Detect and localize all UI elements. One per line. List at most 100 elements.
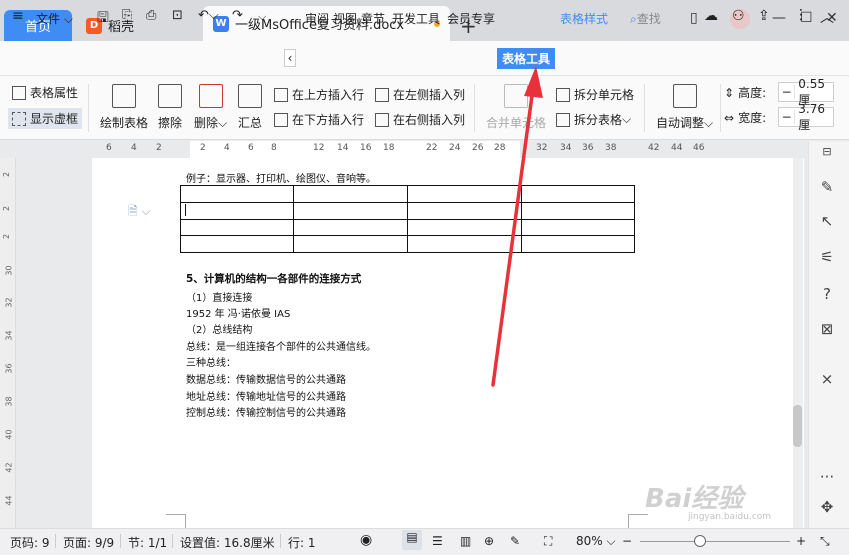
table-cell[interactable]: [293, 218, 408, 237]
ruler-number: 16: [360, 143, 372, 153]
gridlines-icon: [12, 111, 26, 126]
undo-icon[interactable]: ↶⌵: [198, 8, 219, 23]
archive-icon[interactable]: ⊠: [818, 320, 836, 338]
preview-icon[interactable]: ⊡: [172, 8, 183, 23]
outline-view-icon[interactable]: ☰: [432, 534, 443, 548]
menu-view[interactable]: 视图: [333, 10, 357, 27]
table-cell[interactable]: [293, 201, 408, 220]
vertical-scrollbar[interactable]: [793, 158, 803, 528]
focus-mode-icon[interactable]: ⛶: [544, 534, 552, 549]
document-table[interactable]: [180, 185, 635, 253]
share-icon[interactable]: ⇪: [758, 8, 770, 24]
auto-fit-button[interactable]: 自动调整⌵: [656, 84, 713, 131]
ribbon-divider: [720, 84, 721, 132]
table-cell[interactable]: [180, 235, 294, 253]
table-cell[interactable]: [521, 185, 635, 203]
book-view-icon[interactable]: ▥: [460, 534, 471, 548]
table-cell[interactable]: [521, 235, 635, 253]
table-cell[interactable]: [407, 201, 522, 220]
table-cell[interactable]: [521, 201, 635, 220]
table-cell[interactable]: [293, 235, 408, 253]
collaborate-icon[interactable]: ⚇: [732, 8, 745, 24]
scroll-left-icon[interactable]: ‹: [284, 49, 296, 67]
redo-icon[interactable]: ↷: [232, 8, 243, 23]
col-width-decrease[interactable]: −: [779, 110, 796, 124]
annotate-icon[interactable]: ✎: [510, 534, 520, 548]
split-view-icon[interactable]: ✥: [818, 498, 836, 516]
status-pages: 页面: 9/9: [63, 536, 115, 550]
zoom-slider[interactable]: [640, 541, 790, 542]
window-layout-icon[interactable]: ▯: [690, 10, 698, 26]
menu-table-tools[interactable]: 表格工具: [497, 48, 555, 69]
pen-icon[interactable]: ✎: [818, 178, 836, 196]
ruler-number: 34: [560, 143, 572, 153]
vertical-ruler-number: 40: [4, 429, 14, 440]
minimize-icon[interactable]: —: [772, 10, 786, 26]
table-cell[interactable]: [407, 185, 522, 203]
row-height-decrease[interactable]: −: [779, 85, 796, 99]
ribbon-divider: [88, 84, 89, 132]
delete-button[interactable]: 删除⌵: [194, 84, 227, 131]
insert-row-below-button[interactable]: 在下方插入行: [274, 111, 364, 128]
cursor-icon[interactable]: ↖: [818, 212, 836, 230]
menu-member[interactable]: 会员专享: [447, 10, 495, 27]
col-width-input[interactable]: −3.76厘: [778, 102, 834, 132]
collapse-ribbon-icon[interactable]: ︿: [820, 7, 834, 27]
reading-mode-icon[interactable]: ◉: [360, 532, 372, 548]
collapse-sidebar-icon[interactable]: ⊟: [818, 143, 836, 161]
row-height-input[interactable]: −0.55厘: [778, 77, 834, 107]
web-view-icon[interactable]: ⊕: [484, 534, 494, 548]
split-cells-button[interactable]: 拆分单元格: [556, 86, 634, 103]
erase-button[interactable]: 擦除: [158, 84, 182, 131]
page-view-icon[interactable]: ▤: [402, 530, 422, 550]
ruler-number: 12: [313, 143, 325, 153]
insert-col-right-button[interactable]: 在右侧插入列: [375, 111, 465, 128]
save-icon[interactable]: 🖫: [97, 7, 109, 31]
zoom-out-button[interactable]: −: [622, 534, 632, 548]
ruler-number: 4: [224, 143, 230, 153]
menu-review[interactable]: 审阅: [305, 10, 329, 27]
delete-label: 删除: [194, 116, 219, 130]
table-cell[interactable]: [407, 235, 522, 253]
summary-label: 汇总: [238, 116, 263, 130]
paragraph-format-icon[interactable]: 🗎 ⌵: [128, 202, 151, 223]
draw-table-button[interactable]: 绘制表格: [100, 84, 148, 131]
adjust-icon[interactable]: ⚟: [818, 248, 836, 266]
table-cell[interactable]: [407, 218, 522, 237]
insert-row-above-button[interactable]: 在上方插入行: [274, 86, 364, 103]
print-icon[interactable]: ⎙: [146, 8, 156, 23]
clear-format-icon[interactable]: ⨯: [818, 370, 836, 388]
summary-button[interactable]: 汇总: [238, 84, 262, 131]
menu-chapter[interactable]: 章节: [361, 10, 385, 27]
search-button[interactable]: ⌕查找: [630, 10, 661, 27]
fit-page-icon[interactable]: ⤡: [820, 534, 830, 549]
help-icon[interactable]: ?: [818, 285, 836, 303]
table-properties-button[interactable]: 表格属性: [12, 84, 78, 101]
menu-file[interactable]: 文件 ⌵: [36, 10, 73, 27]
menu-table-style[interactable]: 表格样式: [560, 10, 608, 27]
status-section: 节: 1/1: [128, 536, 168, 550]
more-chevron-icon[interactable]: ⌵: [258, 10, 266, 24]
table-cell[interactable]: [180, 201, 294, 220]
table-cell[interactable]: [293, 185, 408, 203]
ruler-number: 32: [536, 143, 548, 153]
zoom-slider-thumb[interactable]: [694, 535, 706, 547]
more-icon[interactable]: ⋮: [794, 7, 808, 23]
insert-col-left-label: 在左侧插入列: [393, 88, 466, 102]
table-cell[interactable]: [521, 218, 635, 237]
more-dots-icon[interactable]: ···: [818, 468, 836, 486]
export-icon[interactable]: ⎘: [122, 8, 132, 23]
split-table-button[interactable]: 拆分表格 ⌵: [556, 111, 631, 128]
zoom-select[interactable]: 80% ⌵: [576, 534, 616, 549]
hamburger-icon[interactable]: ≡: [12, 8, 24, 24]
table-cell[interactable]: [180, 185, 294, 203]
zoom-in-button[interactable]: +: [796, 534, 806, 548]
insert-col-right-label: 在右侧插入列: [393, 113, 466, 127]
cloud-sync-icon[interactable]: ☁: [704, 8, 718, 24]
merge-cells-button[interactable]: 合并单元格: [486, 84, 546, 131]
scrollbar-thumb[interactable]: [793, 405, 802, 447]
insert-col-left-button[interactable]: 在左侧插入列: [375, 86, 465, 103]
table-cell[interactable]: [180, 218, 294, 237]
menu-devtools[interactable]: 开发工具: [392, 10, 440, 27]
show-gridlines-button[interactable]: 显示虚框: [8, 108, 83, 129]
